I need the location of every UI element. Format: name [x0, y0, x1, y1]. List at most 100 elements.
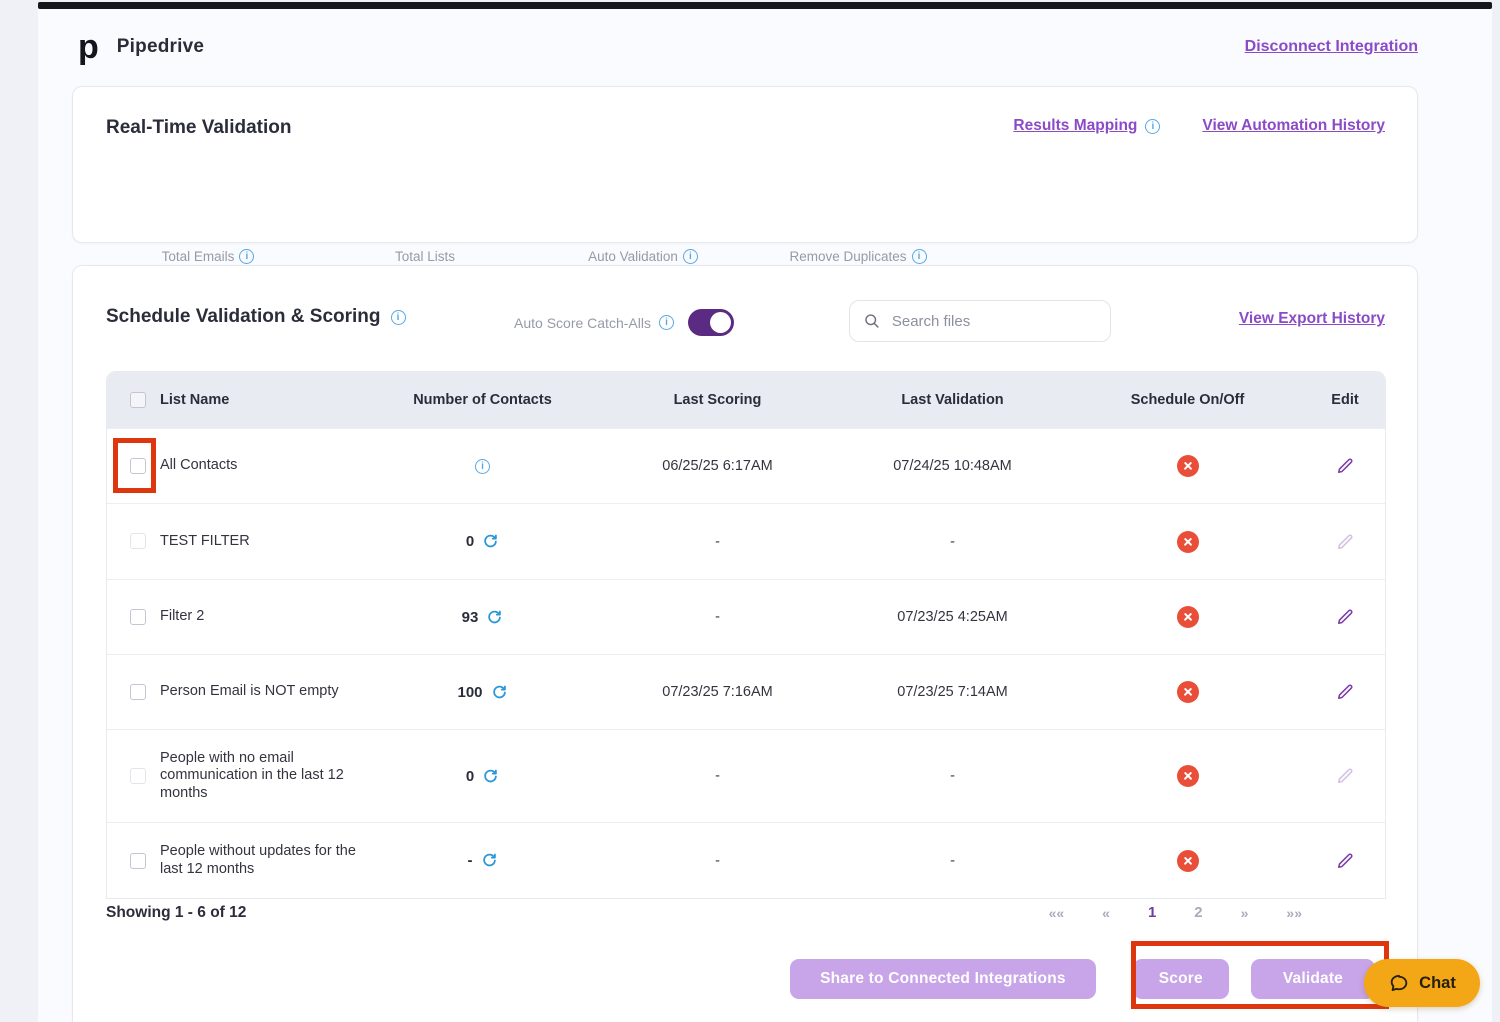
auto-validation-info-icon[interactable]: i	[683, 249, 698, 264]
edit-pencil-icon[interactable]	[1335, 456, 1355, 476]
auto-score-label: Auto Score Catch-Alls	[514, 315, 651, 331]
last-validation-value: 07/23/25 7:14AM	[835, 684, 1070, 700]
table-row: Person Email is NOT empty 100 07/23/25 7…	[107, 654, 1385, 729]
view-export-history-link[interactable]: View Export History	[1239, 310, 1385, 328]
last-validation-value: -	[835, 534, 1070, 550]
pagination-next-button[interactable]: »	[1241, 905, 1249, 921]
contacts-count: 0	[466, 533, 474, 550]
annotation-box-actions	[1131, 941, 1389, 1009]
brand-header: p Pipedrive	[78, 30, 204, 64]
list-name: All Contacts	[160, 457, 237, 474]
last-scoring-value: 07/23/25 7:16AM	[600, 684, 835, 700]
table-row: Filter 2 93 - 07/23/25 4:25AM	[107, 579, 1385, 654]
disconnect-integration-link[interactable]: Disconnect Integration	[1245, 38, 1418, 56]
select-all-checkbox[interactable]	[130, 392, 146, 408]
auto-validation-label: Auto Validation	[588, 249, 678, 264]
schedule-off-icon[interactable]	[1177, 681, 1199, 703]
pagination-first-button[interactable]: ««	[1049, 905, 1065, 921]
pagination-page-1[interactable]: 1	[1148, 904, 1156, 921]
edit-pencil-icon[interactable]	[1335, 851, 1355, 871]
refresh-icon[interactable]	[481, 852, 498, 869]
last-validation-value: 07/23/25 4:25AM	[835, 609, 1070, 625]
contacts-count: 0	[466, 768, 474, 785]
row-checkbox[interactable]	[130, 609, 146, 625]
table-row: People with no email communication in th…	[107, 729, 1385, 822]
auto-score-info-icon[interactable]: i	[659, 315, 674, 330]
chat-bubble-icon	[1388, 972, 1410, 994]
row-checkbox[interactable]	[130, 684, 146, 700]
window-top-edge	[38, 2, 1492, 9]
schedule-title: Schedule Validation & Scoring	[106, 306, 381, 328]
col-schedule-onoff: Schedule On/Off	[1070, 392, 1305, 408]
table-row: TEST FILTER 0 - -	[107, 503, 1385, 579]
pagination-prev-button[interactable]: «	[1102, 905, 1110, 921]
total-emails-info-icon[interactable]: i	[239, 249, 254, 264]
schedule-card: Schedule Validation & Scoring i Auto Sco…	[72, 265, 1418, 1022]
last-scoring-value: -	[600, 609, 835, 625]
remove-duplicates-label: Remove Duplicates	[789, 249, 906, 264]
col-edit: Edit	[1305, 392, 1385, 408]
last-validation-value: -	[835, 853, 1070, 869]
last-scoring-value: -	[600, 853, 835, 869]
edit-pencil-icon[interactable]	[1335, 682, 1355, 702]
row-checkbox[interactable]	[130, 853, 146, 869]
results-mapping-link[interactable]: Results Mapping	[1013, 117, 1137, 135]
schedule-title-info-icon[interactable]: i	[391, 310, 406, 325]
refresh-icon[interactable]	[491, 684, 508, 701]
row-checkbox[interactable]	[130, 768, 146, 784]
refresh-icon[interactable]	[486, 609, 503, 626]
refresh-icon[interactable]	[482, 533, 499, 550]
pagination-page-2[interactable]: 2	[1194, 904, 1202, 921]
contacts-count: -	[468, 852, 473, 869]
last-validation-value: -	[835, 768, 1070, 784]
realtime-title: Real-Time Validation	[106, 117, 291, 139]
last-scoring-value: 06/25/25 6:17AM	[600, 458, 835, 474]
view-automation-history-link[interactable]: View Automation History	[1202, 117, 1385, 135]
col-last-scoring: Last Scoring	[600, 392, 835, 408]
list-name: People with no email communication in th…	[160, 750, 365, 801]
annotation-box-checkbox	[113, 438, 156, 493]
list-name: Filter 2	[160, 608, 204, 625]
pipedrive-logo-icon: p	[78, 30, 99, 64]
schedule-off-icon[interactable]	[1177, 850, 1199, 872]
search-icon	[864, 312, 880, 330]
auto-score-toggle[interactable]	[688, 309, 734, 336]
last-scoring-value: -	[600, 534, 835, 550]
contacts-count: 100	[457, 684, 482, 701]
refresh-icon[interactable]	[482, 768, 499, 785]
col-last-validation: Last Validation	[835, 392, 1070, 408]
list-name: People without updates for the last 12 m…	[160, 843, 365, 877]
schedule-off-icon[interactable]	[1177, 455, 1199, 477]
last-validation-value: 07/24/25 10:48AM	[835, 458, 1070, 474]
col-list-name: List Name	[160, 392, 229, 408]
edit-pencil-icon	[1335, 766, 1355, 786]
edit-pencil-icon	[1335, 532, 1355, 552]
pagination-last-button[interactable]: »»	[1286, 905, 1302, 921]
chat-label: Chat	[1419, 974, 1456, 993]
search-input[interactable]	[892, 313, 1096, 330]
schedule-off-icon[interactable]	[1177, 531, 1199, 553]
table-row: All Contacts i 06/25/25 6:17AM 07/24/25 …	[107, 428, 1385, 503]
table-header-row: List Name Number of Contacts Last Scorin…	[107, 372, 1385, 428]
pipedrive-integration-page: p Pipedrive Disconnect Integration Real-…	[0, 0, 1500, 1022]
search-box	[849, 300, 1111, 342]
contacts-count: 93	[462, 609, 479, 626]
brand-name: Pipedrive	[117, 36, 204, 58]
contacts-info-icon[interactable]: i	[475, 459, 490, 474]
share-to-integrations-button[interactable]: Share to Connected Integrations	[790, 959, 1096, 999]
chat-button[interactable]: Chat	[1364, 959, 1480, 1007]
schedule-off-icon[interactable]	[1177, 765, 1199, 787]
results-summary: Showing 1 - 6 of 12	[106, 904, 246, 922]
pagination: «« « 1 2 » »»	[1049, 904, 1302, 921]
last-scoring-value: -	[600, 768, 835, 784]
total-lists-label: Total Lists	[395, 249, 455, 264]
remove-duplicates-info-icon[interactable]: i	[912, 249, 927, 264]
table-row: People without updates for the last 12 m…	[107, 822, 1385, 898]
results-mapping-info-icon[interactable]: i	[1145, 119, 1160, 134]
total-emails-label: Total Emails	[162, 249, 235, 264]
lists-table: List Name Number of Contacts Last Scorin…	[106, 371, 1386, 899]
row-checkbox[interactable]	[130, 533, 146, 549]
edit-pencil-icon[interactable]	[1335, 607, 1355, 627]
realtime-validation-card: Real-Time Validation Results Mapping i V…	[72, 86, 1418, 243]
schedule-off-icon[interactable]	[1177, 606, 1199, 628]
